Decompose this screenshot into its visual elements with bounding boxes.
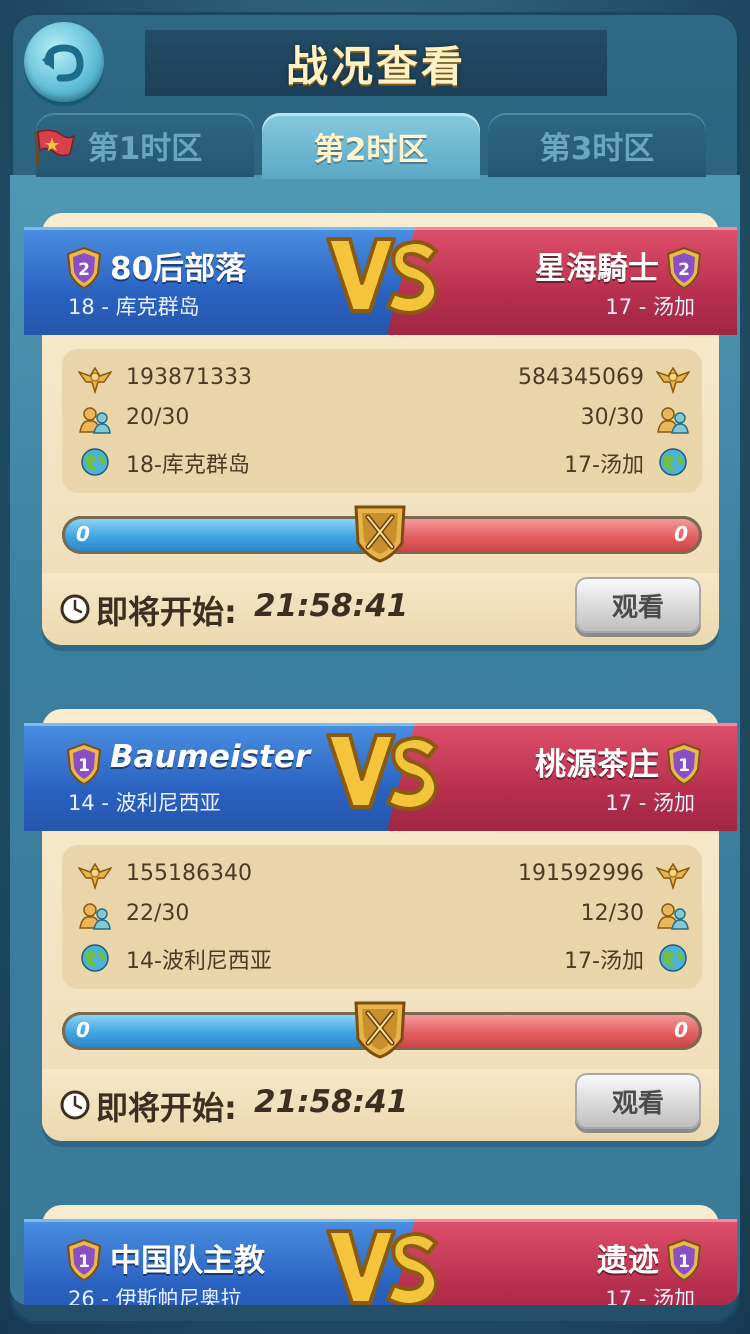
eagle-icon (78, 862, 112, 891)
left-progress-value: 0 (76, 522, 90, 546)
left-team-server: 18 - 库克群岛 (68, 295, 200, 319)
screen-frame: 2 80后部落 18 - 库克群岛 星海騎士 2 17 - 汤加 1938713… (0, 0, 750, 1334)
globe-icon (659, 448, 687, 476)
eagle-icon (656, 862, 690, 891)
title-bar: 战况查看 (145, 30, 607, 96)
watch-button[interactable]: 观看 (575, 1073, 701, 1129)
left-team-server: 14 - 波利尼西亚 (68, 791, 221, 815)
server-row: 18-库克群岛 17-汤加 (62, 443, 702, 481)
left-members: 22/30 (126, 901, 190, 926)
watch-button[interactable]: 观看 (575, 577, 701, 633)
match-card: 2 80后部落 18 - 库克群岛 星海騎士 2 17 - 汤加 1938713… (24, 213, 737, 645)
status-label: 即将开始: (96, 593, 237, 631)
left-members: 20/30 (126, 405, 190, 430)
match-card: 1 中国队主教 26 - 伊斯帕尼奥拉 遗迹 1 17 - 汤加 (24, 1205, 737, 1305)
members-row: 22/30 12/30 (62, 897, 702, 935)
right-team-server: 17 - 汤加 (605, 1287, 695, 1305)
match-footer: 即将开始: 21:58:41 观看 (42, 573, 719, 645)
countdown-time: 21:58:41 (254, 588, 409, 624)
right-score: 584345069 (518, 365, 644, 390)
back-arrow-icon (42, 44, 84, 82)
right-progress-value: 0 (674, 1018, 688, 1042)
left-progress-fill (65, 519, 382, 551)
vs-icon (326, 237, 439, 315)
right-team-name[interactable]: 遗迹 (597, 1235, 659, 1280)
clock-icon (60, 594, 90, 624)
svg-text:1: 1 (678, 1252, 690, 1272)
tab-zone-3[interactable]: 第3时区 (488, 113, 706, 177)
rank-shield-icon: 1 (66, 1239, 102, 1281)
score-row: 155186340 191592996 (62, 857, 702, 895)
svg-text:1: 1 (78, 1252, 90, 1272)
tab-label: 第1时区 (87, 130, 203, 167)
tab-label: 第3时区 (539, 130, 655, 167)
rank-shield-icon: 2 (66, 247, 102, 289)
svg-text:1: 1 (678, 756, 690, 776)
right-team-name[interactable]: 星海騎士 (535, 243, 659, 288)
crossed-swords-icon (354, 1001, 406, 1059)
server-row: 14-波利尼西亚 17-汤加 (62, 939, 702, 977)
match-footer: 即将开始: 21:58:41 观看 (42, 1069, 719, 1141)
left-score: 155186340 (126, 861, 252, 886)
right-progress-value: 0 (674, 522, 688, 546)
members-icon (79, 903, 111, 930)
members-icon (79, 407, 111, 434)
rank-shield-icon: 1 (666, 743, 702, 785)
right-team-server: 17 - 汤加 (605, 791, 695, 815)
right-server: 17-汤加 (564, 949, 644, 974)
left-server: 14-波利尼西亚 (126, 949, 272, 974)
left-progress-fill (65, 1015, 382, 1047)
right-members: 30/30 (580, 405, 644, 430)
members-icon (657, 903, 689, 930)
match-list[interactable]: 2 80后部落 18 - 库克群岛 星海騎士 2 17 - 汤加 1938713… (10, 175, 740, 1305)
left-progress-value: 0 (76, 1018, 90, 1042)
rank-shield-icon: 1 (666, 1239, 702, 1281)
rank-shield-icon: 1 (66, 743, 102, 785)
members-row: 20/30 30/30 (62, 401, 702, 439)
status-label: 即将开始: (96, 1089, 237, 1127)
vs-icon (326, 1229, 439, 1305)
tab-zone-2[interactable]: 第2时区 (262, 113, 480, 179)
globe-icon (659, 944, 687, 972)
svg-text:2: 2 (78, 260, 90, 280)
right-team-server: 17 - 汤加 (605, 295, 695, 319)
stats-panel: 193871333 584345069 20/30 30/30 18-库克群岛 … (62, 349, 702, 493)
left-team-name[interactable]: 中国队主教 (110, 1235, 265, 1280)
page-title: 战况查看 (285, 41, 466, 91)
right-score: 191592996 (518, 861, 644, 886)
flag-icon (34, 129, 76, 167)
left-score: 193871333 (126, 365, 252, 390)
globe-icon (81, 944, 109, 972)
rank-shield-icon: 2 (666, 247, 702, 289)
left-team-server: 26 - 伊斯帕尼奥拉 (68, 1287, 242, 1305)
svg-text:1: 1 (78, 756, 90, 776)
back-button[interactable] (24, 22, 104, 102)
right-members: 12/30 (580, 901, 644, 926)
right-server: 17-汤加 (564, 453, 644, 478)
match-card: 1 Baumeister 14 - 波利尼西亚 桃源茶庄 1 17 - 汤加 1… (24, 709, 737, 1141)
right-progress-fill (382, 519, 699, 551)
crossed-swords-icon (354, 505, 406, 563)
eagle-icon (656, 366, 690, 395)
left-team-name[interactable]: Baumeister (110, 739, 310, 775)
countdown-time: 21:58:41 (254, 1084, 409, 1120)
members-icon (657, 407, 689, 434)
right-team-name[interactable]: 桃源茶庄 (535, 739, 659, 784)
clock-icon (60, 1090, 90, 1120)
stats-panel: 155186340 191592996 22/30 12/30 14-波利尼西亚… (62, 845, 702, 989)
left-team-name[interactable]: 80后部落 (110, 243, 246, 288)
globe-icon (81, 448, 109, 476)
left-server: 18-库克群岛 (126, 453, 250, 478)
tab-label: 第2时区 (313, 131, 429, 168)
svg-text:2: 2 (678, 260, 690, 280)
vs-icon (326, 733, 439, 811)
right-progress-fill (382, 1015, 699, 1047)
eagle-icon (78, 366, 112, 395)
score-row: 193871333 584345069 (62, 361, 702, 399)
